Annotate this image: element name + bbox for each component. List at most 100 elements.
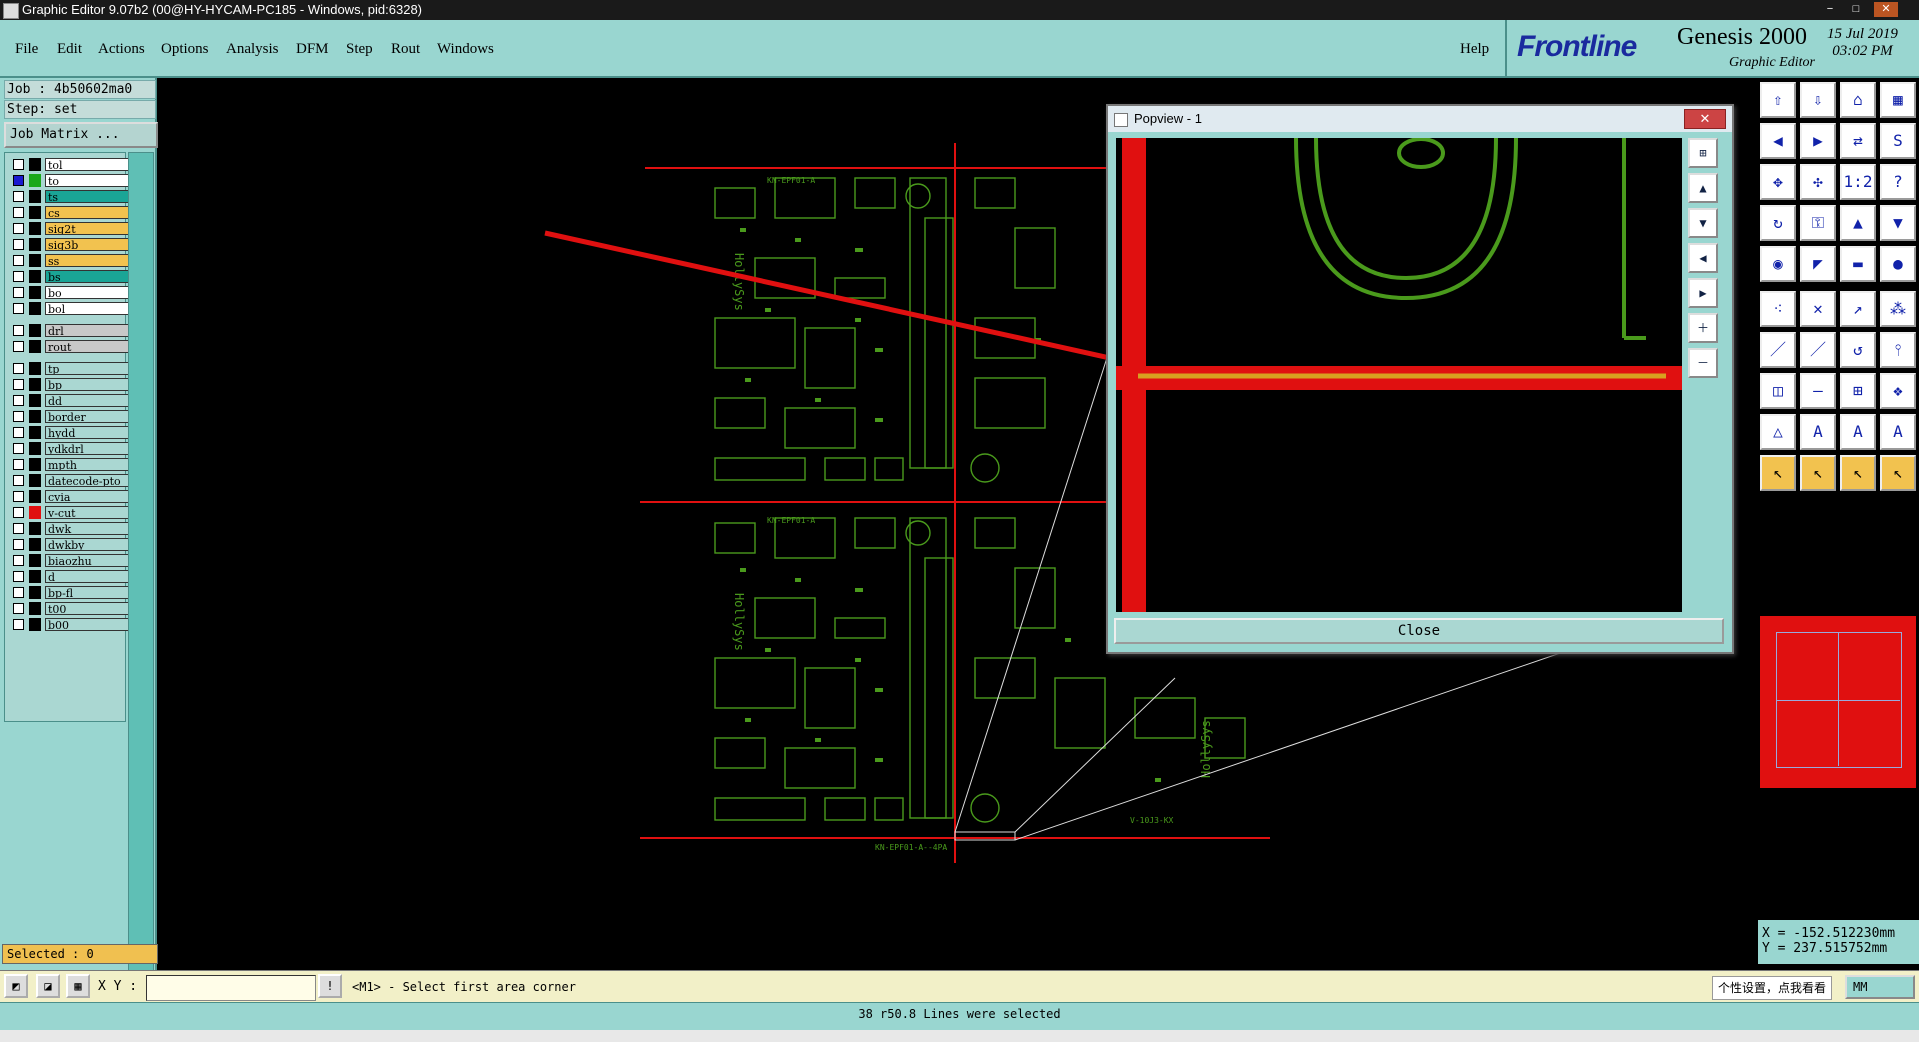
layer-color-swatch[interactable] bbox=[29, 522, 41, 535]
shapes-icon[interactable]: ❖ bbox=[1880, 373, 1916, 409]
popview-close-button[interactable]: Close bbox=[1114, 618, 1724, 644]
layer-row-to[interactable]: to bbox=[9, 173, 129, 188]
popview-zoom-in-button[interactable]: ＋ bbox=[1688, 313, 1718, 343]
layer-name[interactable]: dwkby bbox=[45, 538, 129, 551]
window-icon[interactable]: ▦ bbox=[1880, 82, 1916, 118]
layer-name[interactable]: cvia bbox=[45, 490, 129, 503]
xy-input[interactable] bbox=[146, 975, 316, 1001]
menu-options[interactable]: Options bbox=[161, 41, 209, 58]
add-node-icon[interactable]: ⁖ bbox=[1760, 291, 1796, 327]
layer-up-icon[interactable]: ▲ bbox=[1840, 205, 1876, 241]
layer-row-ydkdrl[interactable]: ydkdrl bbox=[9, 441, 129, 456]
layer-name[interactable]: sig3b bbox=[45, 238, 129, 251]
layer-checkbox[interactable] bbox=[13, 475, 24, 486]
menu-actions[interactable]: Actions bbox=[98, 41, 145, 58]
layer-name[interactable]: bol bbox=[45, 302, 129, 315]
menu-dfm[interactable]: DFM bbox=[296, 41, 329, 58]
layer-name[interactable]: d bbox=[45, 570, 129, 583]
layer-row-hydd[interactable]: hydd bbox=[9, 425, 129, 440]
layer-color-swatch[interactable] bbox=[29, 362, 41, 375]
triangle-icon[interactable]: △ bbox=[1760, 414, 1796, 450]
layer-name[interactable]: v-cut bbox=[45, 506, 129, 519]
layer-checkbox[interactable] bbox=[13, 411, 24, 422]
layer-color-swatch[interactable] bbox=[29, 410, 41, 423]
layer-color-swatch[interactable] bbox=[29, 586, 41, 599]
layer-checkbox[interactable] bbox=[13, 571, 24, 582]
menu-step[interactable]: Step bbox=[346, 41, 373, 58]
zoom-area-icon[interactable]: ◩ bbox=[4, 974, 28, 998]
layer-row-tp[interactable]: tp bbox=[9, 361, 129, 376]
layer-name[interactable]: bp-fl bbox=[45, 586, 129, 599]
layer-row-border[interactable]: border bbox=[9, 409, 129, 424]
selected-vcut-line[interactable] bbox=[544, 230, 1156, 371]
layer-color-swatch[interactable] bbox=[29, 602, 41, 615]
overview-map[interactable] bbox=[1760, 616, 1916, 788]
select-2-icon[interactable]: ↖ bbox=[1800, 455, 1836, 491]
layer-checkbox[interactable] bbox=[13, 175, 24, 186]
delete-node-icon[interactable]: ✕ bbox=[1800, 291, 1836, 327]
layer-row-tol[interactable]: tol bbox=[9, 157, 129, 172]
popview-pan-left-button[interactable]: ◀ bbox=[1688, 243, 1718, 273]
layer-color-swatch[interactable] bbox=[29, 378, 41, 391]
text-a3-icon[interactable]: A bbox=[1880, 414, 1916, 450]
layer-checkbox[interactable] bbox=[13, 325, 24, 336]
layer-checkbox[interactable] bbox=[13, 443, 24, 454]
layer-name[interactable]: dd bbox=[45, 394, 129, 407]
layer-row-bs[interactable]: bs bbox=[9, 269, 129, 284]
layer-checkbox[interactable] bbox=[13, 363, 24, 374]
layer-color-swatch[interactable] bbox=[29, 238, 41, 251]
menu-analysis[interactable]: Analysis bbox=[226, 41, 279, 58]
layer-checkbox[interactable] bbox=[13, 491, 24, 502]
layer-checkbox[interactable] bbox=[13, 255, 24, 266]
layer-color-swatch[interactable] bbox=[29, 302, 41, 315]
layer-row-cvia[interactable]: cvia bbox=[9, 489, 129, 504]
grid-icon[interactable]: ▦ bbox=[66, 974, 90, 998]
measure-icon[interactable]: ⊞ bbox=[1840, 373, 1876, 409]
menu-windows[interactable]: Windows bbox=[437, 41, 494, 58]
snap-icon[interactable]: ◪ bbox=[36, 974, 60, 998]
layer-name[interactable]: border bbox=[45, 410, 129, 423]
layer-row-sig2t[interactable]: sig2t bbox=[9, 221, 129, 236]
layer-color-swatch[interactable] bbox=[29, 474, 41, 487]
layer-name[interactable]: bo bbox=[45, 286, 129, 299]
split-line-icon[interactable]: ⫯ bbox=[1880, 332, 1916, 368]
zoom-step-icon[interactable]: ✣ bbox=[1800, 164, 1836, 200]
step-right-icon[interactable]: ▶ bbox=[1800, 123, 1836, 159]
layer-name[interactable]: bs bbox=[45, 270, 129, 283]
layer-row-ts[interactable]: ts bbox=[9, 189, 129, 204]
popview-pan-right-button[interactable]: ▶ bbox=[1688, 278, 1718, 308]
text-a2-icon[interactable]: A bbox=[1840, 414, 1876, 450]
layer-checkbox[interactable] bbox=[13, 303, 24, 314]
units-selector[interactable]: MM bbox=[1845, 975, 1915, 999]
split-icon[interactable]: ⁂ bbox=[1880, 291, 1916, 327]
step-left-icon[interactable]: ◀ bbox=[1760, 123, 1796, 159]
layer-checkbox[interactable] bbox=[13, 191, 24, 202]
layer-name[interactable]: t00 bbox=[45, 602, 129, 615]
layer-name[interactable]: b00 bbox=[45, 618, 129, 631]
help-icon[interactable]: ? bbox=[1880, 164, 1916, 200]
layer-checkbox[interactable] bbox=[13, 587, 24, 598]
layer-color-swatch[interactable] bbox=[29, 394, 41, 407]
select-3-icon[interactable]: ↖ bbox=[1840, 455, 1876, 491]
close-window-button[interactable]: ✕ bbox=[1874, 2, 1898, 17]
text-a-icon[interactable]: A bbox=[1800, 414, 1836, 450]
layer-row-bo[interactable]: bo bbox=[9, 285, 129, 300]
layer-name[interactable]: cs bbox=[45, 206, 129, 219]
layer-row-dwkby[interactable]: dwkby bbox=[9, 537, 129, 552]
layer-name[interactable]: rout bbox=[45, 340, 129, 353]
menu-edit[interactable]: Edit bbox=[57, 41, 82, 58]
layer-checkbox[interactable] bbox=[13, 395, 24, 406]
layer-checkbox[interactable] bbox=[13, 223, 24, 234]
layer-color-swatch[interactable] bbox=[29, 206, 41, 219]
layer-color-swatch[interactable] bbox=[29, 490, 41, 503]
draw-line-icon[interactable]: ／ bbox=[1760, 332, 1796, 368]
layer-color-swatch[interactable] bbox=[29, 554, 41, 567]
layer-row-mpth[interactable]: mpth bbox=[9, 457, 129, 472]
home-icon[interactable]: ⌂ bbox=[1840, 82, 1876, 118]
layer-row-d[interactable]: d bbox=[9, 569, 129, 584]
layer-checkbox[interactable] bbox=[13, 459, 24, 470]
popview-pan-up-button[interactable]: ▲ bbox=[1688, 173, 1718, 203]
layer-name[interactable]: ts bbox=[45, 190, 129, 203]
layer-row-v-cut[interactable]: v-cut bbox=[9, 505, 129, 520]
mirror-icon[interactable]: ⇄ bbox=[1840, 123, 1876, 159]
